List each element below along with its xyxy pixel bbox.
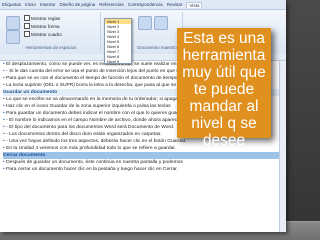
- checkbox-show-shape[interactable]: Mostrar forma: [24, 23, 60, 29]
- vertical-scrollbar[interactable]: [279, 61, 286, 232]
- callout-text: Esta es una herramienta muy útil que te …: [182, 30, 266, 149]
- show-document-button[interactable]: [138, 16, 152, 30]
- tab-insertar[interactable]: Insertar: [40, 2, 56, 7]
- ribbon-group-master: Documento maestro: [132, 12, 183, 50]
- outline-button[interactable]: [6, 16, 20, 30]
- slide-background: Etiquetas Inicio Insertar Diseño de pági…: [0, 0, 320, 240]
- doc-heading-selected: Cerrar documento: [3, 152, 283, 159]
- tab-revisar[interactable]: Revisar: [167, 2, 183, 7]
- checkbox-show-rulers[interactable]: Mostrar reglas: [24, 15, 60, 21]
- tab-correspondencia[interactable]: Correspondencia: [128, 2, 163, 7]
- doc-line: Para cerrar un documento hacer clic en l…: [3, 166, 283, 173]
- tab-etiquetas[interactable]: Etiquetas: [2, 2, 21, 7]
- level-dropdown[interactable]: Nivel 1 Nivel 2 Nivel 3 Nivel 4 Nivel 5 …: [104, 18, 132, 64]
- ribbon-group-label-master: Documento maestro: [137, 45, 177, 50]
- tab-vista[interactable]: Vista: [186, 1, 203, 8]
- tab-inicio[interactable]: Inicio: [25, 2, 36, 7]
- ribbon-group-tools: Mostrar reglas Mostrar forma Mostrar cua…: [2, 12, 101, 50]
- tab-diseno[interactable]: Diseño de página: [59, 2, 95, 7]
- checkbox-show-box[interactable]: Mostrar cuadro: [24, 31, 62, 37]
- tab-referencias[interactable]: Referencias: [99, 2, 124, 7]
- callout-box: Esta es una herramienta muy útil que te …: [177, 28, 271, 149]
- doc-line: Después de guardar un documento, éste co…: [3, 159, 283, 166]
- level-option[interactable]: Nivel 9: [105, 59, 131, 64]
- promote-button[interactable]: [6, 30, 20, 44]
- ribbon-tabs: Etiquetas Inicio Insertar Diseño de pági…: [0, 0, 286, 10]
- collapse-button[interactable]: [154, 16, 168, 30]
- ribbon-group-label: Herramientas de espacios: [25, 45, 77, 50]
